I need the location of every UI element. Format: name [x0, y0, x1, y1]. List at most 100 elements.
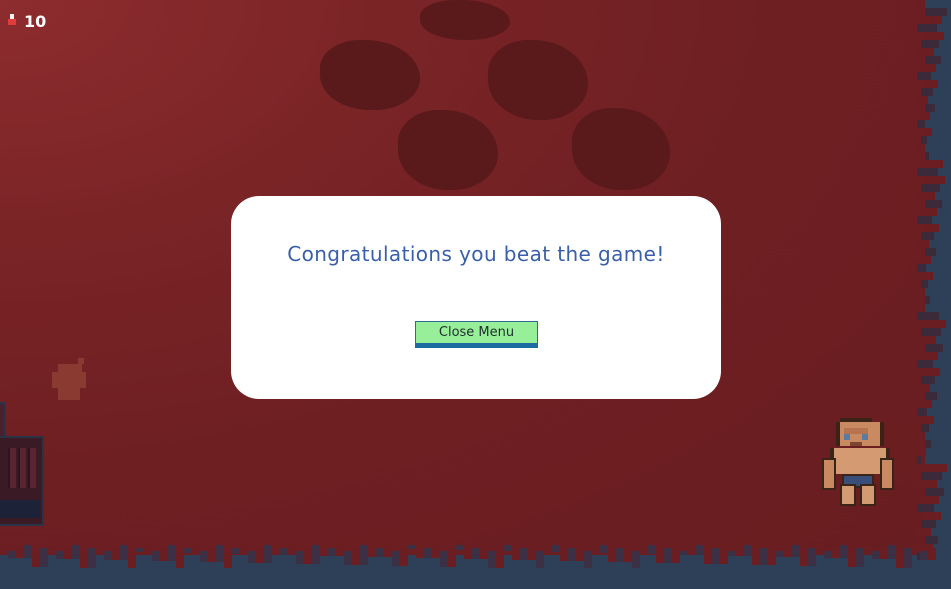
wall-edge-tile [925, 464, 947, 472]
wall-edge-tile [0, 545, 8, 549]
wall-edge-tile [456, 545, 464, 550]
wall-edge-tile [616, 548, 624, 562]
bed-furniture [0, 402, 48, 526]
wall-edge-tile [904, 548, 912, 568]
wall-edge-tile [921, 304, 925, 312]
wall-edge-tile [925, 368, 940, 376]
wall-edge-tile [8, 551, 16, 558]
wall-edge-tile [712, 548, 720, 564]
wall-edge-tile [921, 400, 932, 408]
wall-edge-tile [392, 551, 400, 566]
wall-edge-tile [88, 548, 96, 568]
wall-edge-tile [408, 545, 416, 549]
wall-edge-tile [917, 288, 923, 296]
wall-edge-tile [104, 551, 112, 560]
wall-edge-tile [328, 548, 336, 556]
wall-edge-tile [536, 551, 544, 569]
wall-edge-tile [917, 456, 921, 464]
wall-edge-tile [921, 424, 929, 432]
wall-edge-tile [921, 40, 939, 48]
wall-edge-tile [208, 548, 216, 562]
wall-edge-tile [528, 545, 536, 560]
wall-edge-tile [640, 548, 648, 554]
wall-edge-tile [240, 545, 248, 554]
wall-edge-tile [921, 448, 926, 456]
wall-edge-tile [304, 548, 312, 564]
wall-edge-tile [672, 545, 680, 563]
wall-edge-tile [24, 545, 32, 558]
wall-edge-tile [925, 272, 933, 280]
wall-edge-tile [921, 232, 934, 240]
wall-edge-tile [568, 548, 576, 561]
wall-edge-tile [128, 551, 136, 569]
wall-edge-tile [440, 551, 448, 567]
wall-edge-tile [264, 545, 272, 563]
wall-edge-tile [816, 545, 824, 549]
floor-stain [48, 358, 90, 406]
wall-edge-tile [80, 551, 88, 568]
player-character [822, 418, 894, 506]
victory-message: Congratulations you beat the game! [287, 242, 665, 266]
potion-icon [8, 14, 16, 28]
wall-edge-tile [917, 408, 927, 416]
wall-edge-tile [600, 545, 608, 553]
wall-edge-tile [504, 545, 512, 551]
wall-edge-tile [64, 548, 72, 559]
wall-edge-tile [888, 545, 896, 559]
wall-edge-tile [136, 548, 144, 552]
wall-edge-tile [192, 545, 200, 553]
hud-counter: 10 [8, 11, 46, 31]
wall-edge-tile [344, 551, 352, 565]
wall-edge-tile [880, 548, 888, 559]
wall-edge-tile [96, 545, 104, 551]
wall-edge-tile [168, 545, 176, 561]
wall-edge-tile [917, 192, 935, 200]
floor-dark-patch [420, 0, 510, 40]
wall-edge-tile [256, 548, 264, 563]
wall-edge-tile [917, 432, 924, 440]
wall-edge-tile [808, 548, 816, 566]
wall-edge-tile [200, 551, 208, 562]
wall-edge-tile [917, 312, 939, 320]
wall-edge-tile [608, 551, 616, 562]
wall-edge-tile [744, 545, 752, 556]
wall-edge-tile [696, 545, 704, 555]
wall-edge-tile [864, 545, 872, 550]
wall-edge-tile [925, 32, 944, 40]
wall-edge-tile [352, 548, 360, 565]
wall-edge-tile [704, 551, 712, 564]
wall-edge-tile [776, 551, 784, 557]
wall-edge-tile [925, 248, 936, 256]
close-menu-button[interactable]: Close Menu [415, 321, 538, 348]
wall-edge-tile [160, 548, 168, 561]
wall-edge-tile [925, 440, 931, 448]
wall-edge-tile [448, 548, 456, 567]
wall-edge-tile [560, 551, 568, 561]
wall-edge-tile [921, 496, 939, 504]
wall-edge-tile [917, 144, 922, 152]
wall-edge-tile [925, 128, 932, 136]
wall-edge-tile [288, 545, 296, 555]
wall-edge-tile [544, 548, 552, 552]
wall-edge-tile [921, 184, 940, 192]
wall-edge-tile [921, 136, 927, 144]
wall-edge-tile [296, 551, 304, 564]
wall-edge-tile [917, 480, 937, 488]
wall-edge-tile [320, 551, 328, 556]
wall-edge-tile [32, 551, 40, 567]
wall-edge-tile [917, 168, 938, 176]
wall-edge-tile [120, 545, 128, 560]
wall-edge-tile [48, 545, 56, 550]
wall-edge-tile [925, 320, 946, 328]
wall-edge-tile [824, 551, 832, 558]
wall-edge-tile [424, 548, 432, 558]
wall-edge-tile [40, 548, 48, 567]
wall-edge-tile [917, 240, 929, 248]
wall-edge-tile [917, 0, 921, 8]
wall-edge-tile [917, 528, 931, 536]
wall-edge-tile [925, 80, 938, 88]
wall-edge-tile [840, 545, 848, 558]
wall-edge-tile [925, 488, 944, 496]
wall-edge-tile [920, 551, 928, 560]
wall-edge-tile [664, 548, 672, 563]
